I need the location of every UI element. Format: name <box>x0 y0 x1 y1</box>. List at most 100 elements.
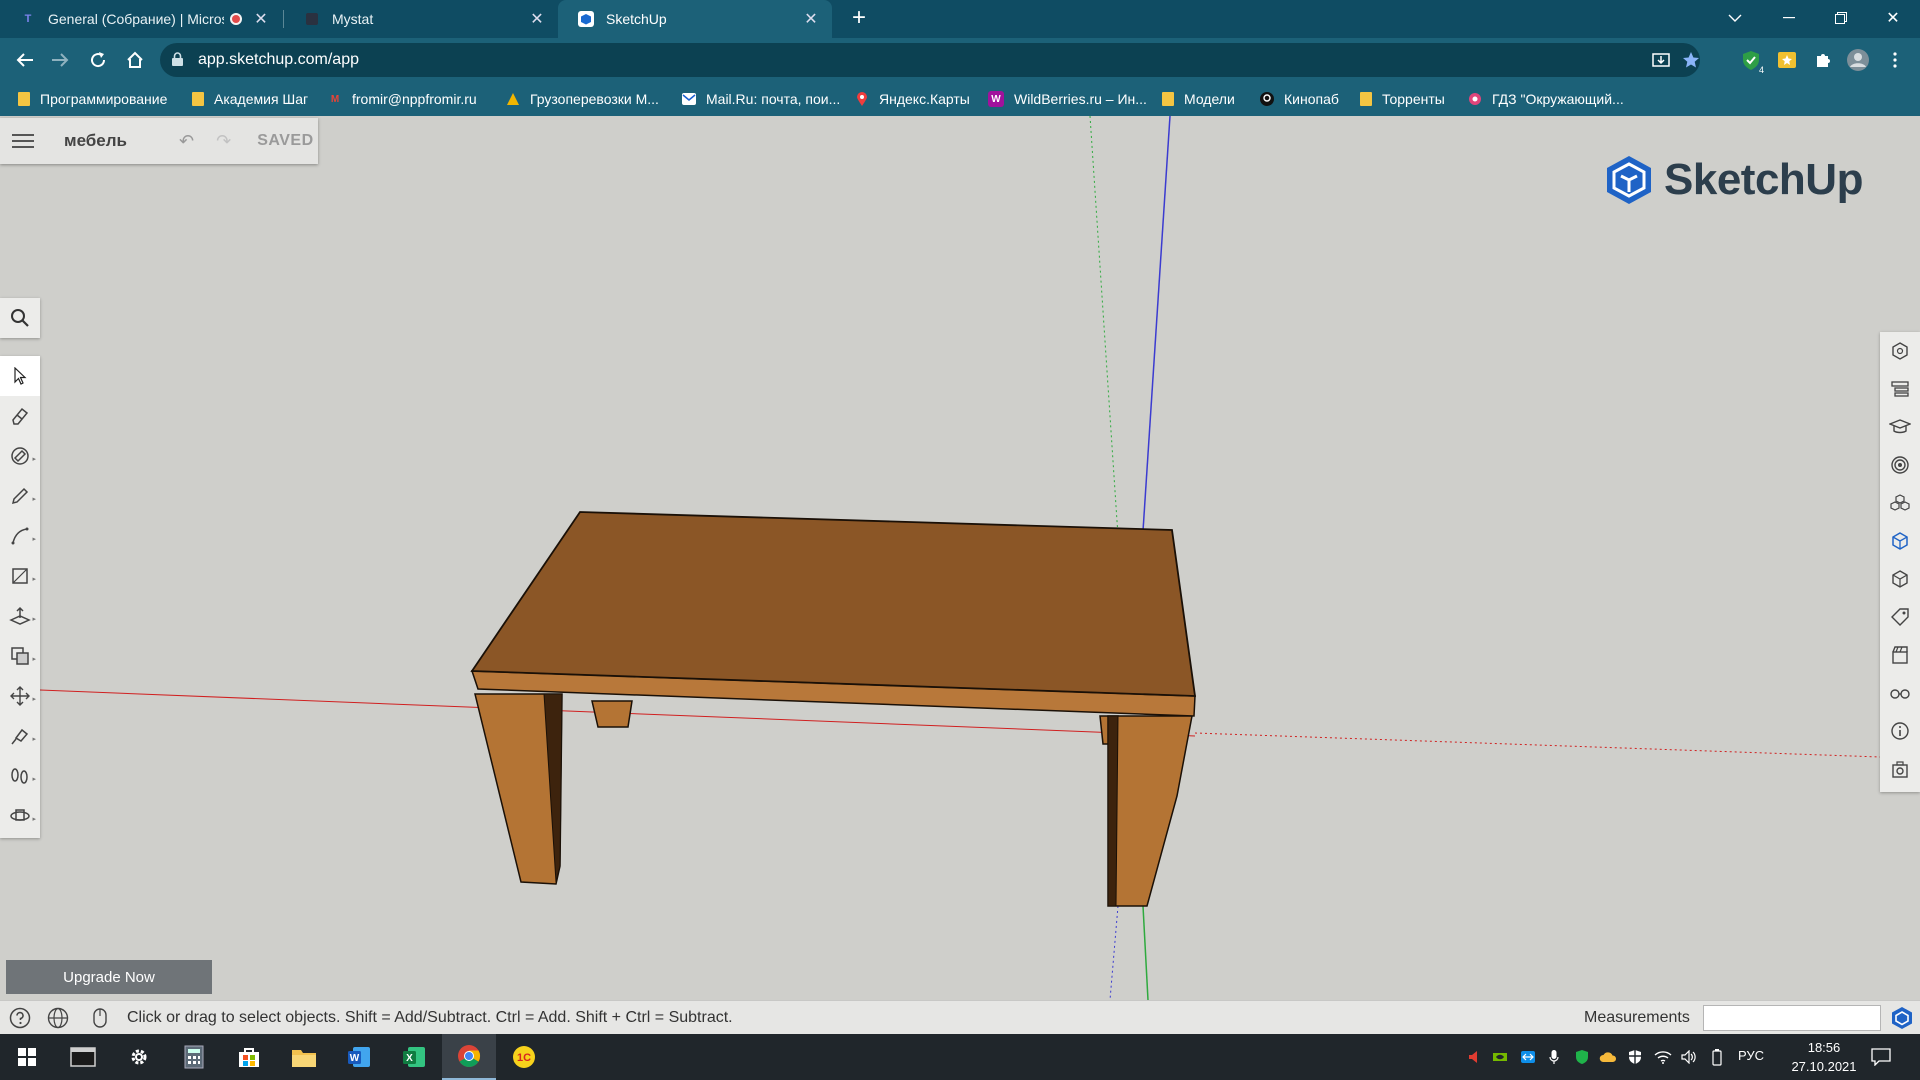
address-bar[interactable]: app.sketchup.com/app <box>160 43 1700 77</box>
word-icon[interactable]: W <box>332 1034 386 1080</box>
window-close-icon[interactable]: ✕ <box>1870 0 1916 36</box>
wifi-icon[interactable] <box>1653 1047 1673 1067</box>
tags-button[interactable] <box>1880 598 1920 636</box>
3d-scene[interactable] <box>0 116 1920 1000</box>
scenes-3d-button[interactable] <box>1880 560 1920 598</box>
bookmark-item[interactable]: Академия Шаг <box>192 82 308 116</box>
measurements-input[interactable] <box>1703 1005 1881 1031</box>
model-viewport[interactable] <box>0 116 1920 1000</box>
bookmark-item[interactable]: Грузоперевозки М... <box>506 82 659 116</box>
components-button[interactable] <box>1880 484 1920 522</box>
flyout-arrow-icon: ▸ <box>32 536 36 543</box>
microphone-icon[interactable] <box>1544 1047 1564 1067</box>
terminal-icon[interactable] <box>56 1034 110 1080</box>
minimize-icon[interactable] <box>1766 0 1812 36</box>
arc-tool-button[interactable]: ▸ <box>0 516 40 556</box>
bookmark-item[interactable]: Кинопаб <box>1260 82 1339 116</box>
extension-star-icon[interactable] <box>1774 47 1800 73</box>
redo-icon[interactable]: ↷ <box>216 131 231 152</box>
bookmark-label: fromir@nppfromir.ru <box>352 91 477 107</box>
hamburger-menu-icon[interactable] <box>12 133 34 149</box>
calculator-icon[interactable] <box>167 1034 221 1080</box>
close-icon[interactable]: ✕ <box>250 9 272 29</box>
rectangle-tool-button[interactable]: ▸ <box>0 556 40 596</box>
paint-tool-button[interactable]: ▸ <box>0 436 40 476</box>
file-explorer-icon[interactable] <box>277 1034 331 1080</box>
upgrade-now-button[interactable]: Upgrade Now <box>6 960 212 994</box>
walk-tool-button[interactable]: ▸ <box>0 756 40 796</box>
reload-icon[interactable] <box>85 47 111 73</box>
move-tool-button[interactable]: ▸ <box>0 676 40 716</box>
pencil-tool-button[interactable]: ▸ <box>0 476 40 516</box>
tab-mystat[interactable]: Mystat ✕ <box>284 0 558 38</box>
notifications-icon[interactable] <box>1866 1043 1896 1071</box>
excel-icon[interactable]: X <box>387 1034 441 1080</box>
extensions-puzzle-icon[interactable] <box>1810 47 1836 73</box>
volume-muted-red-icon[interactable] <box>1464 1047 1484 1067</box>
tab-teams[interactable]: T General (Собрание) | Micros ✕ <box>0 0 282 38</box>
settings-icon[interactable] <box>112 1034 166 1080</box>
store-icon[interactable] <box>222 1034 276 1080</box>
bookmark-item[interactable]: W WildBerries.ru – Ин... <box>988 82 1147 116</box>
tab-title: General (Собрание) | Micros <box>48 11 224 27</box>
close-icon[interactable]: ✕ <box>800 9 822 29</box>
browser-menu-icon[interactable] <box>1882 47 1908 73</box>
back-icon[interactable] <box>12 47 38 73</box>
model-info-button[interactable] <box>1880 712 1920 750</box>
scenes-button[interactable] <box>1880 636 1920 674</box>
display-button[interactable] <box>1880 674 1920 712</box>
bookmark-item[interactable]: Программирование <box>18 82 167 116</box>
materials-button[interactable] <box>1880 446 1920 484</box>
onedrive-icon[interactable] <box>1598 1047 1618 1067</box>
input-language[interactable]: РУС <box>1738 1048 1764 1063</box>
battery-pen-icon[interactable] <box>1707 1047 1727 1067</box>
select-tool-button[interactable] <box>0 356 40 396</box>
restore-icon[interactable] <box>1818 0 1864 36</box>
forward-icon[interactable] <box>47 47 73 73</box>
export-button[interactable] <box>1880 750 1920 788</box>
speaker-icon[interactable] <box>1679 1047 1699 1067</box>
windows-start-icon[interactable] <box>0 1034 54 1080</box>
instructor-button[interactable] <box>1880 408 1920 446</box>
bookmark-item[interactable]: Mfromir@nppfromir.ru <box>328 82 477 116</box>
search-button[interactable] <box>0 298 40 338</box>
model-file-name[interactable]: мебель <box>64 131 127 151</box>
instructor-icon <box>1889 419 1911 434</box>
help-icon[interactable] <box>8 1006 32 1030</box>
nvidia-icon[interactable] <box>1490 1047 1510 1067</box>
offset-tool-button[interactable]: ▸ <box>0 636 40 676</box>
entity-info-button[interactable] <box>1880 332 1920 370</box>
tape-measure-tool-button[interactable]: ▸ <box>0 716 40 756</box>
teamviewer-icon[interactable] <box>1518 1047 1538 1067</box>
right-panel-toolbar <box>1880 332 1920 792</box>
chrome-icon[interactable] <box>442 1034 496 1080</box>
home-icon[interactable] <box>122 47 148 73</box>
bookmark-item[interactable]: Яндекс.Карты <box>855 82 970 116</box>
tab-search-icon[interactable] <box>1712 0 1758 36</box>
profile-avatar-icon[interactable] <box>1845 47 1871 73</box>
bookmark-star-icon[interactable] <box>1678 47 1704 73</box>
1c-icon[interactable]: 1С <box>497 1034 551 1080</box>
bookmark-item[interactable]: ГДЗ "Окружающий... <box>1468 82 1624 116</box>
new-tab-button[interactable]: + <box>846 6 872 32</box>
close-icon[interactable]: ✕ <box>526 9 548 29</box>
styles-button[interactable] <box>1880 522 1920 560</box>
orbit-tool-button[interactable]: ▸ <box>0 796 40 836</box>
security-shield-icon[interactable] <box>1572 1047 1592 1067</box>
undo-icon[interactable]: ↶ <box>179 131 194 152</box>
bookmark-item[interactable]: Торренты <box>1360 82 1445 116</box>
styles-icon <box>1892 532 1908 550</box>
extension-shield-icon[interactable]: 4 <box>1738 47 1764 75</box>
tab-sketchup[interactable]: SketchUp ✕ <box>558 0 832 38</box>
system-clock[interactable]: 18:56 27.10.2021 <box>1774 1038 1874 1076</box>
install-app-icon[interactable] <box>1648 47 1674 73</box>
geolocation-globe-icon[interactable] <box>46 1006 70 1030</box>
eraser-tool-button[interactable] <box>0 396 40 436</box>
defender-icon[interactable] <box>1625 1047 1645 1067</box>
bookmark-item[interactable]: Mail.Ru: почта, пои... <box>682 82 840 116</box>
bookmark-label: Mail.Ru: почта, пои... <box>706 91 841 107</box>
push-pull-tool-button[interactable]: ▸ <box>0 596 40 636</box>
table-model[interactable] <box>470 511 1197 907</box>
outliner-button[interactable] <box>1880 370 1920 408</box>
bookmark-item[interactable]: Модели <box>1162 82 1235 116</box>
